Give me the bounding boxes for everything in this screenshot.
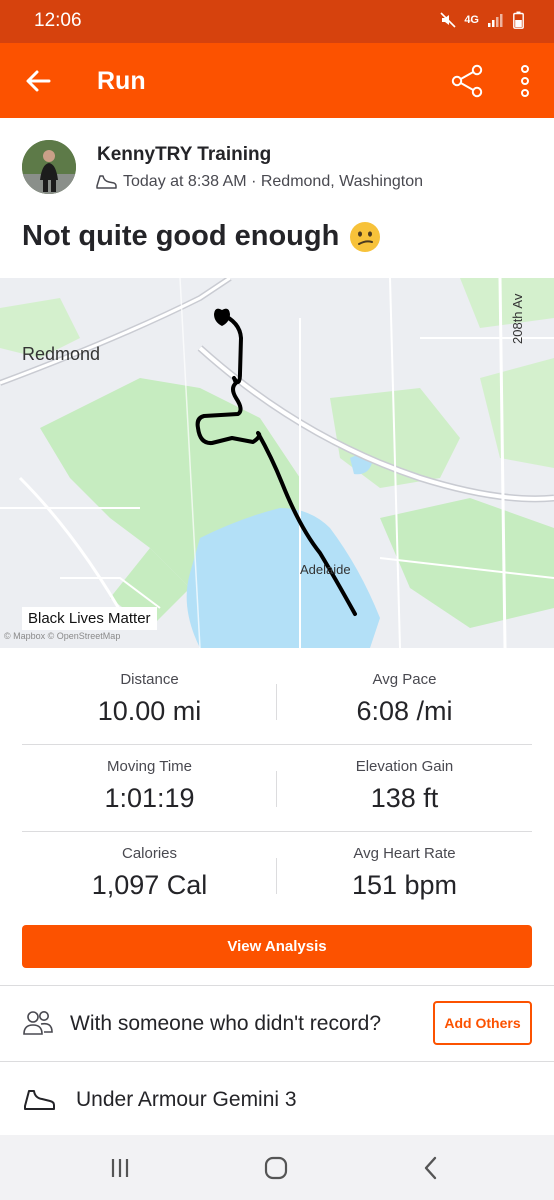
stat-moving-time: Moving Time 1:01:19 (22, 758, 277, 814)
avatar[interactable] (22, 140, 76, 194)
stat-calories: Calories 1,097 Cal (22, 845, 277, 901)
stat-value: 1,097 Cal (91, 870, 208, 900)
stat-label: Moving Time (106, 758, 193, 775)
stat-elevation-gain: Elevation Gain 138 ft (277, 758, 532, 814)
athlete-header: KennyTRY Training Today at 8:38 AM · Red… (22, 140, 532, 200)
map-attribution[interactable]: © Mapbox © OpenStreetMap (4, 631, 120, 641)
confused-face-icon (350, 221, 381, 252)
mute-icon (440, 12, 456, 28)
gear-row[interactable]: Under Armour Gemini 3 (0, 1062, 554, 1135)
battery-icon (513, 11, 524, 29)
back-arrow-icon[interactable] (22, 65, 54, 97)
more-options-icon[interactable] (513, 63, 537, 99)
blm-badge: Black Lives Matter (22, 607, 157, 630)
with-others-text: With someone who didn't record? (70, 1012, 382, 1035)
signal-icon (488, 14, 503, 27)
shoe-icon (96, 175, 117, 189)
activity-title-text: Not quite good enough (22, 220, 340, 252)
page-title: Run (97, 67, 146, 95)
stat-row: Distance 10.00 mi Avg Pace 6:08 /mi (22, 658, 532, 745)
stat-label: Distance (120, 671, 179, 688)
stat-label: Avg Heart Rate (353, 845, 456, 862)
activity-title: Not quite good enough (22, 220, 381, 253)
home-icon[interactable] (261, 1153, 291, 1183)
stat-label: Avg Pace (372, 671, 437, 688)
route-map[interactable]: Redmond Adelaide 208th Av Black Lives Ma… (0, 278, 554, 648)
network-label: 4G (464, 14, 479, 26)
stat-value: 151 bpm (351, 870, 458, 900)
recent-apps-icon[interactable] (105, 1153, 135, 1183)
map-label-road: 208th Av (510, 293, 525, 344)
stat-value: 1:01:19 (104, 783, 195, 813)
stat-value: 10.00 mi (97, 696, 202, 726)
status-bar: 12:06 4G (0, 0, 554, 43)
stat-row: Moving Time 1:01:19 Elevation Gain 138 f… (22, 745, 532, 832)
with-others-row: With someone who didn't record? Add Othe… (0, 986, 554, 1061)
app-bar: Run (0, 43, 554, 118)
system-back-icon[interactable] (416, 1153, 446, 1183)
share-icon[interactable] (450, 63, 486, 99)
status-icons: 4G (440, 11, 524, 29)
stat-label: Calories (121, 845, 178, 862)
stat-avg-heart-rate: Avg Heart Rate 151 bpm (277, 845, 532, 901)
stat-label: Elevation Gain (355, 758, 454, 775)
map-label-city: Redmond (22, 344, 101, 364)
stats-grid: Distance 10.00 mi Avg Pace 6:08 /mi Movi… (22, 658, 532, 919)
stat-value: 138 ft (370, 783, 439, 813)
stat-avg-pace: Avg Pace 6:08 /mi (277, 671, 532, 727)
stat-value: 6:08 /mi (356, 696, 453, 726)
system-nav-bar (0, 1135, 554, 1200)
stat-distance: Distance 10.00 mi (22, 671, 277, 727)
activity-meta-text: Today at 8:38 AM · Redmond, Washington (123, 173, 424, 190)
athlete-name[interactable]: KennyTRY Training (97, 144, 271, 166)
view-analysis-button[interactable]: View Analysis (22, 925, 532, 968)
map-label-area: Adelaide (300, 562, 351, 577)
stat-row: Calories 1,097 Cal Avg Heart Rate 151 bp… (22, 832, 532, 919)
people-icon (23, 1011, 53, 1035)
shoe-icon (24, 1090, 55, 1110)
status-time: 12:06 (34, 10, 82, 31)
activity-meta: Today at 8:38 AM · Redmond, Washington (95, 173, 423, 191)
add-others-button[interactable]: Add Others (433, 1001, 532, 1045)
gear-name: Under Armour Gemini 3 (76, 1088, 297, 1111)
